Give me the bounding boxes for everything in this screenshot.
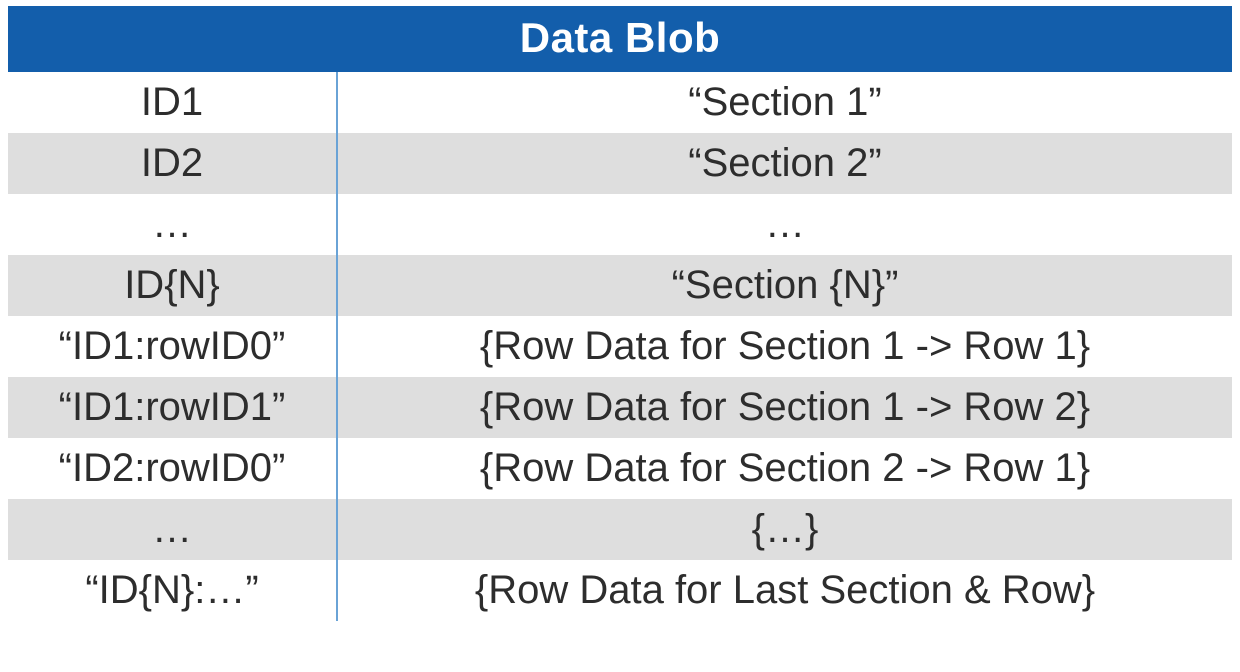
row-key: …	[8, 499, 338, 560]
table-row: … {…}	[8, 499, 1232, 560]
row-value: “Section {N}”	[338, 255, 1232, 316]
row-key: ID2	[8, 133, 338, 194]
table-row: ID1 “Section 1”	[8, 72, 1232, 133]
table-row: “ID1:rowID0” {Row Data for Section 1 -> …	[8, 316, 1232, 377]
row-key: “ID1:rowID1”	[8, 377, 338, 438]
row-value: …	[338, 194, 1232, 255]
table-row: “ID2:rowID0” {Row Data for Section 2 -> …	[8, 438, 1232, 499]
row-value: “Section 2”	[338, 133, 1232, 194]
table-row: ID{N} “Section {N}”	[8, 255, 1232, 316]
table-row: “ID{N}:…” {Row Data for Last Section & R…	[8, 560, 1232, 621]
row-key: “ID{N}:…”	[8, 560, 338, 621]
row-value: {Row Data for Section 1 -> Row 2}	[338, 377, 1232, 438]
row-value: “Section 1”	[338, 72, 1232, 133]
row-value: {Row Data for Section 1 -> Row 1}	[338, 316, 1232, 377]
row-key: “ID1:rowID0”	[8, 316, 338, 377]
row-key: “ID2:rowID0”	[8, 438, 338, 499]
table-header: Data Blob	[8, 6, 1232, 72]
table-row: … …	[8, 194, 1232, 255]
table-row: “ID1:rowID1” {Row Data for Section 1 -> …	[8, 377, 1232, 438]
table-body: ID1 “Section 1” ID2 “Section 2” … … ID{N…	[8, 72, 1232, 621]
data-blob-table: Data Blob ID1 “Section 1” ID2 “Section 2…	[8, 6, 1232, 621]
row-key: ID{N}	[8, 255, 338, 316]
row-value: {Row Data for Last Section & Row}	[338, 560, 1232, 621]
row-value: {…}	[338, 499, 1232, 560]
row-value: {Row Data for Section 2 -> Row 1}	[338, 438, 1232, 499]
table-row: ID2 “Section 2”	[8, 133, 1232, 194]
row-key: ID1	[8, 72, 338, 133]
row-key: …	[8, 194, 338, 255]
